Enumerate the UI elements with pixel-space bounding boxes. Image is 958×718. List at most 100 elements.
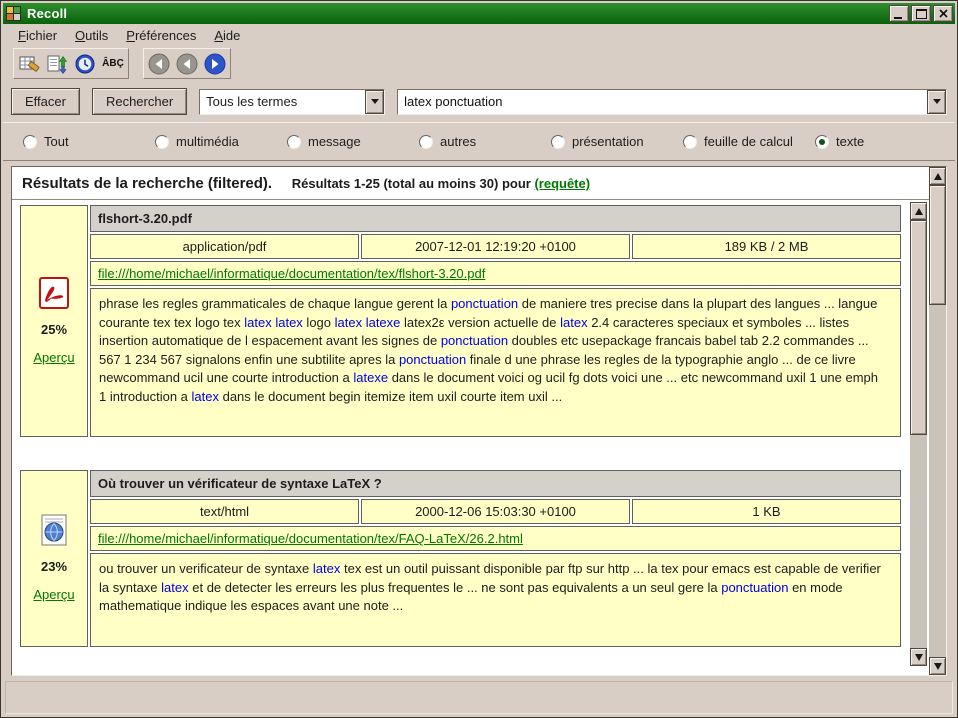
result-meta-row: application/pdf 2007-12-01 12:19:20 +010… xyxy=(90,234,901,259)
maximize-button[interactable] xyxy=(911,5,931,22)
arrow-up-icon xyxy=(915,208,923,215)
radio-label: Tout xyxy=(44,134,69,149)
previous-page-button[interactable] xyxy=(174,51,200,76)
result-entry: 23% Aperçu Où trouver un vérificateur de… xyxy=(20,470,901,647)
scrollbar-thumb[interactable] xyxy=(910,220,927,435)
pdf-document-icon xyxy=(39,277,69,309)
scrollbar-track[interactable] xyxy=(929,185,946,657)
scroll-down-button[interactable] xyxy=(929,657,946,675)
search-button[interactable]: Rechercher xyxy=(92,88,187,115)
status-bar xyxy=(5,681,953,714)
radio-icon xyxy=(23,135,37,149)
result-abstract: phrase les regles grammaticales de chaqu… xyxy=(90,288,901,437)
radio-icon xyxy=(287,135,301,149)
relevance-percent: 23% xyxy=(41,559,67,574)
scrollbar-track[interactable] xyxy=(910,220,927,648)
filter-radio-presentation[interactable]: présentation xyxy=(551,134,683,149)
result-title: Où trouver un vérificateur de syntaxe La… xyxy=(90,470,901,497)
arrow-up-icon xyxy=(934,173,942,180)
filter-radio-multimedia[interactable]: multimédia xyxy=(155,134,287,149)
result-abstract: ou trouver un verificateur de syntaxe la… xyxy=(90,553,901,647)
result-date: 2007-12-01 12:19:20 +0100 xyxy=(361,234,630,259)
title-bar: Recoll xyxy=(3,3,955,24)
scroll-down-button[interactable] xyxy=(910,648,927,666)
result-mime-type: text/html xyxy=(90,499,359,524)
results-area: Résultats de la recherche (filtered). Ré… xyxy=(11,166,947,676)
result-icon-column: 25% Aperçu xyxy=(20,205,88,437)
back-arrow-icon xyxy=(176,53,198,75)
html-document-icon xyxy=(39,514,69,546)
result-size: 1 KB xyxy=(632,499,901,524)
filter-radio-autres[interactable]: autres xyxy=(419,134,551,149)
combo-dropdown-button[interactable] xyxy=(365,90,384,114)
window-title: Recoll xyxy=(27,6,887,21)
menu-preferences[interactable]: Préférences xyxy=(117,25,205,46)
filter-radio-texte[interactable]: texte xyxy=(815,134,947,149)
radio-icon xyxy=(419,135,433,149)
result-size: 189 KB / 2 MB xyxy=(632,234,901,259)
filter-radio-tout[interactable]: Tout xyxy=(23,134,155,149)
toolbar-group-navigation xyxy=(143,48,231,79)
result-entry-main: flshort-3.20.pdf application/pdf 2007-12… xyxy=(90,205,901,437)
back-arrow-icon xyxy=(148,53,170,75)
first-page-button[interactable] xyxy=(146,51,172,76)
clear-button[interactable]: Effacer xyxy=(11,88,80,115)
preview-link[interactable]: Aperçu xyxy=(33,350,74,365)
radio-label: feuille de calcul xyxy=(704,134,793,149)
results-heading: Résultats de la recherche (filtered). xyxy=(22,175,272,192)
results-list: 25% Aperçu flshort-3.20.pdf application/… xyxy=(12,200,929,675)
minimize-button[interactable] xyxy=(889,5,909,22)
menu-outils[interactable]: Outils xyxy=(66,25,117,46)
scroll-up-button[interactable] xyxy=(929,167,946,185)
result-url-link[interactable]: file:///home/michael/informatique/docume… xyxy=(98,531,523,546)
menu-aide[interactable]: Aide xyxy=(205,25,249,46)
menu-fichier[interactable]: Fichier xyxy=(9,25,66,46)
clear-search-icon xyxy=(18,53,40,75)
scrollbar-thumb[interactable] xyxy=(929,185,946,305)
result-entry-main: Où trouver un vérificateur de syntaxe La… xyxy=(90,470,901,647)
result-icon-column: 23% Aperçu xyxy=(20,470,88,647)
result-url-link[interactable]: file:///home/michael/informatique/docume… xyxy=(98,266,485,281)
radio-icon xyxy=(815,135,829,149)
relevance-percent: 25% xyxy=(41,322,67,337)
result-entries: 25% Aperçu flshort-3.20.pdf application/… xyxy=(12,200,929,647)
chevron-down-icon xyxy=(371,99,379,104)
result-title: flshort-3.20.pdf xyxy=(90,205,901,232)
toolbar: ÂBÇ xyxy=(3,47,955,80)
query-history-dropdown-button[interactable] xyxy=(927,90,946,114)
arrow-down-icon xyxy=(934,663,942,670)
term-explorer-button[interactable]: ÂBÇ xyxy=(100,51,126,76)
search-query-combobox xyxy=(397,89,947,115)
recoll-window: Recoll Fichier Outils Préférences Aide xyxy=(0,0,958,718)
chevron-down-icon xyxy=(933,99,941,104)
result-list-scrollbar[interactable] xyxy=(910,202,927,666)
close-button[interactable] xyxy=(933,5,953,22)
term-explorer-icon: ÂBÇ xyxy=(102,58,124,69)
filter-radio-feuille-de-calcul[interactable]: feuille de calcul xyxy=(683,134,815,149)
update-index-icon xyxy=(46,53,68,75)
update-index-button[interactable] xyxy=(44,51,70,76)
menu-bar: Fichier Outils Préférences Aide xyxy=(3,24,955,47)
search-mode-combobox[interactable]: Tous les termes xyxy=(199,89,385,115)
radio-icon xyxy=(155,135,169,149)
result-date: 2000-12-06 15:03:30 +0100 xyxy=(361,499,630,524)
result-url-row: file:///home/michael/informatique/docume… xyxy=(90,526,901,551)
filter-radio-message[interactable]: message xyxy=(287,134,419,149)
clear-search-button[interactable] xyxy=(16,51,42,76)
minimize-icon xyxy=(894,17,902,19)
radio-label: présentation xyxy=(572,134,644,149)
result-meta-row: text/html 2000-12-06 15:03:30 +0100 1 KB xyxy=(90,499,901,524)
next-page-button[interactable] xyxy=(202,51,228,76)
scroll-up-button[interactable] xyxy=(910,202,927,220)
close-icon xyxy=(939,9,948,18)
results-page-scrollbar[interactable] xyxy=(929,167,946,675)
results-header: Résultats de la recherche (filtered). Ré… xyxy=(12,167,929,200)
search-input[interactable] xyxy=(398,90,927,114)
search-controls: Effacer Rechercher Tous les termes xyxy=(11,88,947,115)
query-details-link[interactable]: (requête) xyxy=(534,176,590,191)
history-button[interactable] xyxy=(72,51,98,76)
maximize-icon xyxy=(916,9,927,19)
arrow-down-icon xyxy=(915,654,923,661)
preview-link[interactable]: Aperçu xyxy=(33,587,74,602)
result-mime-type: application/pdf xyxy=(90,234,359,259)
